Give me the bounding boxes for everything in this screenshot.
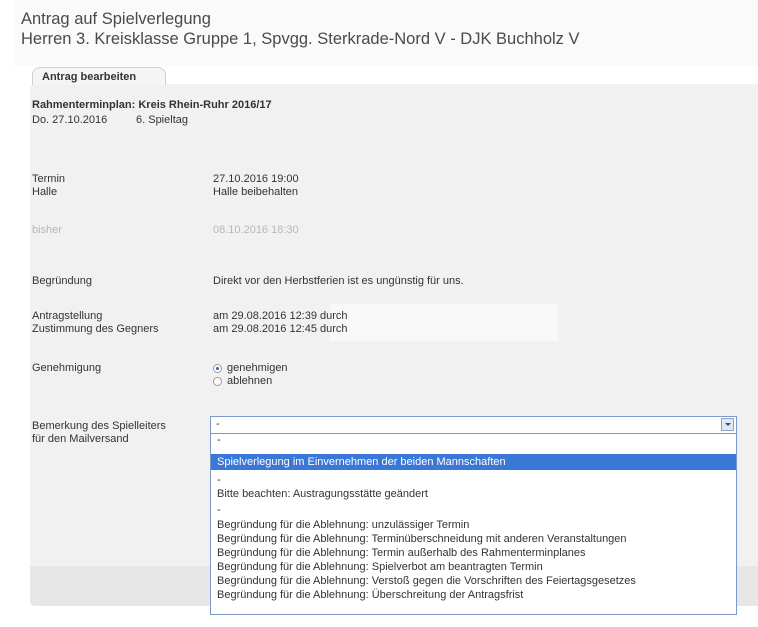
halle-value: Halle beibehalten	[213, 186, 299, 198]
bisher-label: bisher	[32, 224, 62, 236]
redacted-area	[330, 304, 558, 341]
bemerkung-label-1: Bemerkung des Spielleiters	[32, 420, 166, 432]
page-title-line2: Herren 3. Kreisklasse Gruppe 1, Spvgg. S…	[21, 30, 580, 48]
antragstellung-label: Antragstellung	[32, 310, 103, 322]
genehmigung-label: Genehmigung	[32, 362, 102, 374]
dropdown-option[interactable]: Begründung für die Ablehnung: unzulässig…	[211, 519, 736, 531]
radio-ablehnen-label[interactable]: ablehnen	[227, 375, 272, 388]
page-title-line1: Antrag auf Spielverlegung	[21, 10, 211, 28]
bemerkung-select[interactable]: -	[210, 416, 737, 434]
dropdown-option[interactable]: Begründung für die Ablehnung: Termin auß…	[211, 547, 736, 559]
bemerkung-label-2: für den Mailversand	[32, 433, 129, 445]
dropdown-option[interactable]: -	[211, 434, 736, 446]
chevron-down-icon[interactable]	[721, 418, 734, 431]
plan-date: Do. 27.10.2016	[32, 114, 108, 126]
plan-title: Rahmenterminplan: Kreis Rhein-Ruhr 2016/…	[32, 99, 272, 111]
radio-genehmigen-label[interactable]: genehmigen	[227, 362, 288, 375]
page-title: Antrag auf Spielverlegung Herren 3. Krei…	[21, 9, 580, 49]
dropdown-option[interactable]: Begründung für die Ablehnung: Verstoß ge…	[211, 575, 736, 587]
dropdown-option[interactable]: Begründung für die Ablehnung: Überschrei…	[211, 589, 736, 601]
dropdown-option[interactable]: Begründung für die Ablehnung: Terminüber…	[211, 533, 736, 545]
dropdown-option-selected[interactable]: Spielverlegung im Einvernehmen der beide…	[211, 454, 736, 470]
dropdown-option[interactable]: -	[211, 474, 736, 486]
termin-value: 27.10.2016 19:00	[213, 173, 299, 185]
begruendung-value: Direkt vor den Herbstferien ist es ungün…	[213, 275, 464, 287]
radio-ablehnen[interactable]	[213, 377, 222, 386]
zustimmung-label: Zustimmung des Gegners	[32, 323, 159, 335]
dropdown-option[interactable]: Bitte beachten: Austragungsstätte geände…	[211, 488, 736, 500]
dropdown-option[interactable]: -	[211, 504, 736, 516]
radio-genehmigen[interactable]	[213, 364, 222, 373]
tab-antrag-bearbeiten[interactable]: Antrag bearbeiten	[32, 67, 166, 85]
bemerkung-dropdown-list[interactable]: - Spielverlegung im Einvernehmen der bei…	[210, 433, 737, 615]
select-value: -	[216, 418, 220, 430]
zustimmung-value: am 29.08.2016 12:45 durch	[213, 323, 348, 335]
bisher-value: 08.10.2016 18:30	[213, 224, 299, 236]
plan-matchday: 6. Spieltag	[136, 114, 188, 126]
antragstellung-value: am 29.08.2016 12:39 durch	[213, 310, 348, 322]
termin-label: Termin	[32, 173, 66, 185]
halle-label: Halle	[32, 186, 58, 198]
dropdown-option[interactable]: Begründung für die Ablehnung: Spielverbo…	[211, 561, 736, 573]
begruendung-label: Begründung	[32, 275, 92, 287]
